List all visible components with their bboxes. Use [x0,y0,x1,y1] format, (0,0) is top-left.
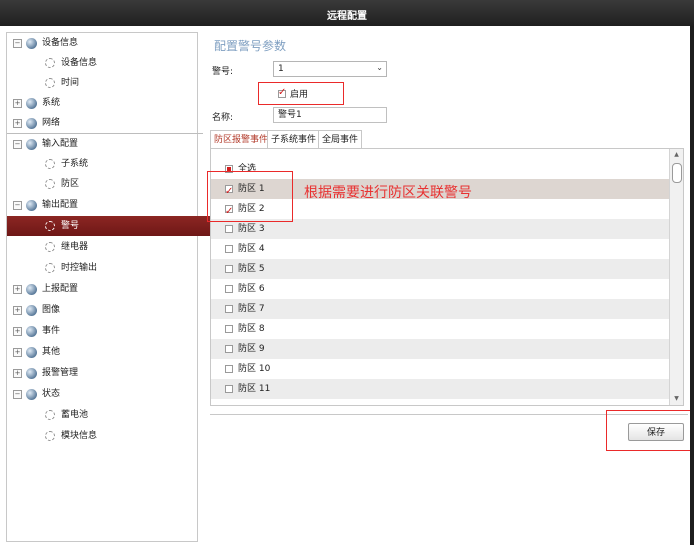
tree-item-event[interactable]: + 事件 [7,321,203,341]
zone-checkbox[interactable] [225,365,233,373]
tree-item-input-config[interactable]: − 输入配置 [7,134,203,154]
list-item[interactable]: 防区 8 [211,319,671,339]
zone-checkbox[interactable] [225,345,233,353]
scroll-up-icon[interactable]: ▲ [670,149,683,161]
folder-icon [26,388,37,400]
folder-icon [26,346,37,358]
collapse-icon[interactable]: − [13,200,22,210]
folder-icon [26,117,37,129]
gear-icon [45,431,55,441]
scroll-down-icon[interactable]: ▼ [670,393,683,405]
tree-item-battery[interactable]: 蓄电池 [7,405,235,425]
folder-icon [26,283,37,295]
tree-item-status[interactable]: − 状态 [7,384,203,404]
zone-checkbox[interactable] [225,285,233,293]
tree-item-report-config[interactable]: + 上报配置 [7,279,203,299]
tree-item-other[interactable]: + 其他 [7,342,203,362]
folder-icon [26,138,37,150]
title-bar: 远程配置 [0,0,694,26]
folder-icon [26,97,37,109]
tree-item-relay[interactable]: 继电器 [7,237,235,257]
folder-icon [26,304,37,316]
gear-icon [45,410,55,420]
list-item[interactable]: 防区 11 [211,379,671,399]
folder-icon [26,325,37,337]
tree-item-device-info-sub[interactable]: 设备信息 [7,53,235,73]
zone-checkbox[interactable] [225,245,233,253]
collapse-icon[interactable]: − [13,38,22,48]
tree-item-timed-output[interactable]: 时控输出 [7,258,235,278]
gear-icon [45,159,55,169]
siren-select-value: 1 [278,64,284,74]
collapse-icon[interactable]: − [13,389,22,399]
expand-icon[interactable]: + [13,326,22,336]
name-label: 名称: [212,113,234,123]
zone-checkbox[interactable] [225,265,233,273]
annotation-box-save [606,410,692,451]
list-item[interactable]: 防区 4 [211,239,671,259]
annotation-box-enable [258,82,344,105]
section-title: 配置警号参数 [214,39,287,53]
name-input[interactable]: 警号1 [273,107,387,123]
zone-checkbox[interactable] [225,305,233,313]
list-item[interactable]: 防区 5 [211,259,671,279]
list-item[interactable]: 防区 3 [211,219,671,239]
zone-checkbox[interactable] [225,325,233,333]
tab-subsystem-events[interactable]: 子系统事件 [267,130,321,149]
window-title: 远程配置 [327,11,367,22]
tree-item-module-info[interactable]: 模块信息 [7,426,235,446]
expand-icon[interactable]: + [13,284,22,294]
tree-item-system[interactable]: + 系统 [7,93,203,113]
config-tree: − 设备信息 设备信息 时间 + 系统 + 网络 − 输入配置 子系统 防区 − 输出配置… [6,32,235,542]
collapse-icon[interactable]: − [13,139,22,149]
list-item[interactable]: 防区 7 [211,299,671,319]
list-item[interactable]: 防区 9 [211,339,671,359]
scrollbar-thumb[interactable] [672,163,682,183]
tree-item-network[interactable]: + 网络 [7,113,203,134]
gear-icon [45,78,55,88]
gear-icon [45,58,55,68]
expand-icon[interactable]: + [13,305,22,315]
chevron-down-icon[interactable]: ⌄ [376,63,383,72]
window-edge [690,26,694,545]
expand-icon[interactable]: + [13,98,22,108]
tab-zone-alarm-events[interactable]: 防区报警事件 [210,130,273,149]
tree-item-image[interactable]: + 图像 [7,300,203,320]
tree-item-device-info[interactable]: − 设备信息 [7,33,203,53]
list-item[interactable]: 防区 6 [211,279,671,299]
expand-icon[interactable]: + [13,347,22,357]
annotation-text: 根据需要进行防区关联警号 [304,185,472,201]
expand-icon[interactable]: + [13,368,22,378]
tree-item-alarm-management[interactable]: + 报警管理 [7,363,203,383]
gear-icon [45,263,55,273]
folder-icon [26,199,37,211]
zone-checkbox[interactable] [225,385,233,393]
gear-icon [45,242,55,252]
tree-item-zone[interactable]: 防区 [7,174,235,194]
tree-item-time[interactable]: 时间 [7,73,235,93]
list-scrollbar[interactable]: ▲ ▼ [669,149,683,405]
gear-icon [45,221,55,231]
folder-icon [26,37,37,49]
gear-icon [45,179,55,189]
tree-item-output-config[interactable]: − 输出配置 [7,195,203,215]
siren-label: 警号: [212,67,234,77]
siren-select[interactable]: 1 ⌄ [273,61,387,77]
folder-icon [26,367,37,379]
tab-global-events[interactable]: 全局事件 [318,130,363,149]
tree-item-siren[interactable]: 警号 [7,216,235,236]
list-item[interactable]: 防区 10 [211,359,671,379]
expand-icon[interactable]: + [13,118,22,128]
annotation-box-zones [207,171,293,222]
zone-checkbox[interactable] [225,225,233,233]
tree-item-subsystem[interactable]: 子系统 [7,154,235,174]
